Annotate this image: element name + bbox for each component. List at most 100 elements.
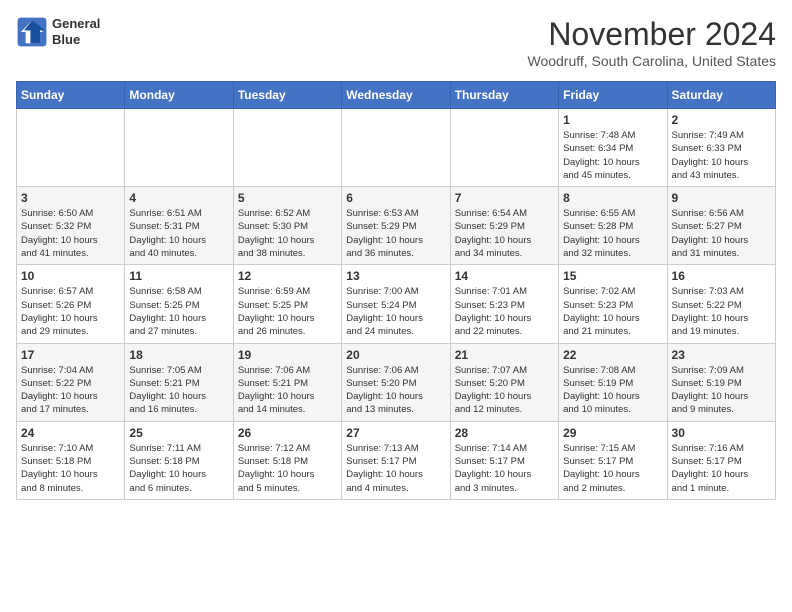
page-header: General Blue November 2024 Woodruff, Sou… — [16, 16, 776, 69]
day-number: 24 — [21, 426, 120, 440]
day-info: Sunrise: 7:11 AM Sunset: 5:18 PM Dayligh… — [129, 442, 228, 495]
calendar-cell: 13 Sunrise: 7:00 AM Sunset: 5:24 PM Dayli… — [342, 265, 450, 343]
day-number: 14 — [455, 269, 554, 283]
day-number: 16 — [672, 269, 771, 283]
calendar-cell: 28 Sunrise: 7:14 AM Sunset: 5:17 PM Dayli… — [450, 421, 558, 499]
calendar-cell: 19Sunrise: 7:06 AM Sunset: 5:21 PM Dayli… — [233, 343, 341, 421]
calendar-cell: 5Sunrise: 6:52 AM Sunset: 5:30 PM Daylig… — [233, 187, 341, 265]
day-number: 28 — [455, 426, 554, 440]
day-info: Sunrise: 6:57 AM Sunset: 5:26 PM Dayligh… — [21, 285, 120, 338]
calendar-cell: 2Sunrise: 7:49 AM Sunset: 6:33 PM Daylig… — [667, 109, 775, 187]
location: Woodruff, South Carolina, United States — [527, 53, 776, 69]
day-number: 2 — [672, 113, 771, 127]
title-area: November 2024 Woodruff, South Carolina, … — [527, 16, 776, 69]
day-number: 12 — [238, 269, 337, 283]
calendar-cell: 16 Sunrise: 7:03 AM Sunset: 5:22 PM Dayli… — [667, 265, 775, 343]
calendar-cell: 29 Sunrise: 7:15 AM Sunset: 5:17 PM Dayli… — [559, 421, 667, 499]
day-number: 13 — [346, 269, 445, 283]
day-number: 1 — [563, 113, 662, 127]
calendar-cell: 9 Sunrise: 6:56 AM Sunset: 5:27 PM Daylig… — [667, 187, 775, 265]
day-info: Sunrise: 7:48 AM Sunset: 6:34 PM Dayligh… — [563, 129, 662, 182]
calendar-cell: 22Sunrise: 7:08 AM Sunset: 5:19 PM Dayli… — [559, 343, 667, 421]
calendar-cell: 15 Sunrise: 7:02 AM Sunset: 5:23 PM Dayli… — [559, 265, 667, 343]
weekday-header: Wednesday — [342, 82, 450, 109]
calendar-week-row: 1 Sunrise: 7:48 AM Sunset: 6:34 PM Daylig… — [17, 109, 776, 187]
day-info: Sunrise: 7:15 AM Sunset: 5:17 PM Dayligh… — [563, 442, 662, 495]
calendar-cell: 24 Sunrise: 7:10 AM Sunset: 5:18 PM Dayli… — [17, 421, 125, 499]
day-number: 26 — [238, 426, 337, 440]
day-info: Sunrise: 7:02 AM Sunset: 5:23 PM Dayligh… — [563, 285, 662, 338]
day-number: 4 — [129, 191, 228, 205]
day-info: Sunrise: 7:01 AM Sunset: 5:23 PM Dayligh… — [455, 285, 554, 338]
calendar-cell: 21 Sunrise: 7:07 AM Sunset: 5:20 PM Dayli… — [450, 343, 558, 421]
calendar-cell: 23Sunrise: 7:09 AM Sunset: 5:19 PM Dayli… — [667, 343, 775, 421]
day-number: 25 — [129, 426, 228, 440]
day-number: 15 — [563, 269, 662, 283]
day-info: Sunrise: 6:51 AM Sunset: 5:31 PM Dayligh… — [129, 207, 228, 260]
calendar-week-row: 10 Sunrise: 6:57 AM Sunset: 5:26 PM Dayli… — [17, 265, 776, 343]
logo-icon — [16, 16, 48, 48]
calendar-week-row: 17 Sunrise: 7:04 AM Sunset: 5:22 PM Dayli… — [17, 343, 776, 421]
day-info: Sunrise: 6:53 AM Sunset: 5:29 PM Dayligh… — [346, 207, 445, 260]
day-number: 3 — [21, 191, 120, 205]
day-info: Sunrise: 7:06 AM Sunset: 5:21 PM Dayligh… — [238, 364, 337, 417]
day-info: Sunrise: 7:12 AM Sunset: 5:18 PM Dayligh… — [238, 442, 337, 495]
calendar-cell: 12Sunrise: 6:59 AM Sunset: 5:25 PM Dayli… — [233, 265, 341, 343]
calendar-cell: 25 Sunrise: 7:11 AM Sunset: 5:18 PM Dayli… — [125, 421, 233, 499]
weekday-header-row: SundayMondayTuesdayWednesdayThursdayFrid… — [17, 82, 776, 109]
day-number: 27 — [346, 426, 445, 440]
day-number: 23 — [672, 348, 771, 362]
day-number: 18 — [129, 348, 228, 362]
day-info: Sunrise: 6:54 AM Sunset: 5:29 PM Dayligh… — [455, 207, 554, 260]
day-number: 21 — [455, 348, 554, 362]
calendar-cell: 1 Sunrise: 7:48 AM Sunset: 6:34 PM Daylig… — [559, 109, 667, 187]
weekday-header: Sunday — [17, 82, 125, 109]
day-info: Sunrise: 6:56 AM Sunset: 5:27 PM Dayligh… — [672, 207, 771, 260]
calendar-cell: 27 Sunrise: 7:13 AM Sunset: 5:17 PM Dayli… — [342, 421, 450, 499]
day-info: Sunrise: 7:07 AM Sunset: 5:20 PM Dayligh… — [455, 364, 554, 417]
day-info: Sunrise: 6:55 AM Sunset: 5:28 PM Dayligh… — [563, 207, 662, 260]
calendar-week-row: 24 Sunrise: 7:10 AM Sunset: 5:18 PM Dayli… — [17, 421, 776, 499]
day-number: 5 — [238, 191, 337, 205]
weekday-header: Tuesday — [233, 82, 341, 109]
day-number: 29 — [563, 426, 662, 440]
day-info: Sunrise: 7:05 AM Sunset: 5:21 PM Dayligh… — [129, 364, 228, 417]
day-info: Sunrise: 7:13 AM Sunset: 5:17 PM Dayligh… — [346, 442, 445, 495]
calendar-cell — [450, 109, 558, 187]
day-number: 9 — [672, 191, 771, 205]
calendar-cell: 8 Sunrise: 6:55 AM Sunset: 5:28 PM Daylig… — [559, 187, 667, 265]
day-info: Sunrise: 7:16 AM Sunset: 5:17 PM Dayligh… — [672, 442, 771, 495]
logo-line1: General — [52, 16, 100, 32]
day-info: Sunrise: 7:06 AM Sunset: 5:20 PM Dayligh… — [346, 364, 445, 417]
day-info: Sunrise: 6:50 AM Sunset: 5:32 PM Dayligh… — [21, 207, 120, 260]
calendar-cell: 10 Sunrise: 6:57 AM Sunset: 5:26 PM Dayli… — [17, 265, 125, 343]
calendar-cell: 18 Sunrise: 7:05 AM Sunset: 5:21 PM Dayli… — [125, 343, 233, 421]
day-number: 10 — [21, 269, 120, 283]
day-info: Sunrise: 7:04 AM Sunset: 5:22 PM Dayligh… — [21, 364, 120, 417]
day-number: 6 — [346, 191, 445, 205]
logo-line2: Blue — [52, 32, 100, 48]
calendar-cell: 30Sunrise: 7:16 AM Sunset: 5:17 PM Dayli… — [667, 421, 775, 499]
calendar-cell — [125, 109, 233, 187]
calendar-cell: 7 Sunrise: 6:54 AM Sunset: 5:29 PM Daylig… — [450, 187, 558, 265]
day-info: Sunrise: 6:58 AM Sunset: 5:25 PM Dayligh… — [129, 285, 228, 338]
day-number: 17 — [21, 348, 120, 362]
day-number: 20 — [346, 348, 445, 362]
logo: General Blue — [16, 16, 100, 48]
day-number: 8 — [563, 191, 662, 205]
month-title: November 2024 — [527, 16, 776, 53]
calendar-cell — [233, 109, 341, 187]
calendar-week-row: 3 Sunrise: 6:50 AM Sunset: 5:32 PM Daylig… — [17, 187, 776, 265]
day-info: Sunrise: 7:03 AM Sunset: 5:22 PM Dayligh… — [672, 285, 771, 338]
day-info: Sunrise: 7:14 AM Sunset: 5:17 PM Dayligh… — [455, 442, 554, 495]
calendar-cell: 14 Sunrise: 7:01 AM Sunset: 5:23 PM Dayli… — [450, 265, 558, 343]
calendar-cell: 3 Sunrise: 6:50 AM Sunset: 5:32 PM Daylig… — [17, 187, 125, 265]
day-info: Sunrise: 7:10 AM Sunset: 5:18 PM Dayligh… — [21, 442, 120, 495]
calendar-table: SundayMondayTuesdayWednesdayThursdayFrid… — [16, 81, 776, 500]
calendar-cell: 6 Sunrise: 6:53 AM Sunset: 5:29 PM Daylig… — [342, 187, 450, 265]
day-number: 7 — [455, 191, 554, 205]
calendar-cell — [342, 109, 450, 187]
day-info: Sunrise: 7:00 AM Sunset: 5:24 PM Dayligh… — [346, 285, 445, 338]
calendar-cell: 20 Sunrise: 7:06 AM Sunset: 5:20 PM Dayli… — [342, 343, 450, 421]
calendar-cell — [17, 109, 125, 187]
